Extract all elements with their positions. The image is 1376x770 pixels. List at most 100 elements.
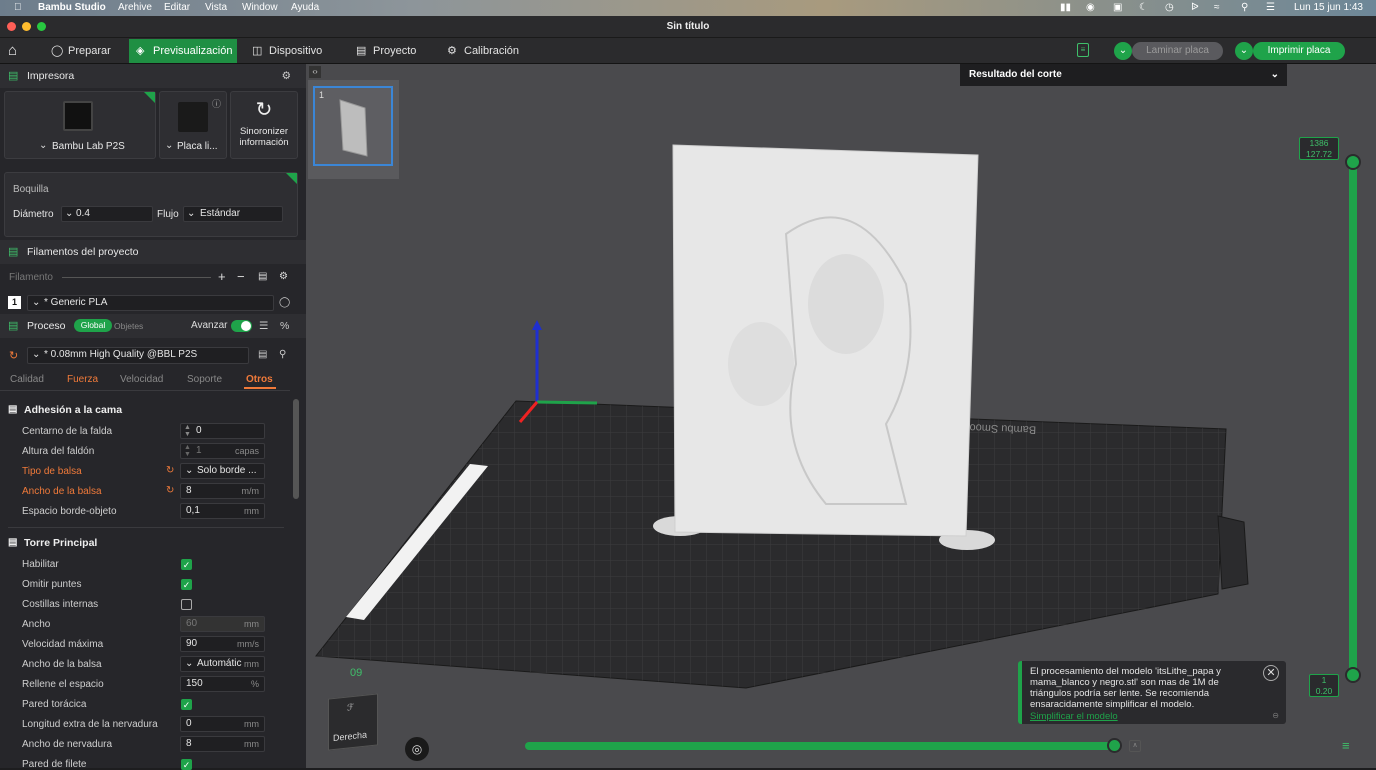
- process-objects-toggle[interactable]: Objetes: [114, 314, 143, 338]
- stepper-icon[interactable]: ▲ ▼: [184, 424, 191, 438]
- search-settings-icon[interactable]: ⚲: [279, 349, 286, 360]
- brim-type-select[interactable]: ⌄ Solo borde ...: [180, 463, 265, 479]
- camera-view-icon[interactable]: ◎: [405, 737, 429, 761]
- move-progress-handle[interactable]: [1107, 738, 1122, 753]
- filament-settings-icon[interactable]: ⚙: [279, 271, 288, 282]
- infill-gap-label: Rellene el espacio: [22, 679, 104, 690]
- tab-project[interactable]: ▤ Proyecto: [349, 39, 429, 63]
- tab-preview[interactable]: ◈ Previsualización: [129, 39, 237, 63]
- chevron-down-icon: ⌄: [32, 349, 41, 360]
- reset-icon[interactable]: ↻: [166, 485, 174, 496]
- clock-icon[interactable]: ◷: [1165, 2, 1174, 13]
- advanced-toggle[interactable]: [231, 320, 252, 332]
- chevron-down-icon: ⌄: [32, 297, 41, 308]
- close-icon[interactable]: ✕: [1263, 665, 1279, 681]
- menu-file[interactable]: Arehive: [118, 2, 152, 13]
- extra-rib-length-input[interactable]: 0 mm: [180, 716, 265, 732]
- list-icon[interactable]: ☰: [259, 314, 268, 338]
- layer-bottom-handle[interactable]: [1345, 667, 1361, 683]
- menu-window[interactable]: Window: [242, 2, 278, 13]
- layer-top-handle[interactable]: [1345, 154, 1361, 170]
- move-progress-track[interactable]: [525, 742, 1119, 750]
- slice-dropdown-button[interactable]: ⌄: [1114, 42, 1132, 60]
- process-preset-select[interactable]: ⌄ * 0.08mm High Quality @BBL P2S: [27, 347, 249, 364]
- compare-icon[interactable]: %: [280, 314, 289, 338]
- tab-quality[interactable]: Calidad: [10, 374, 44, 385]
- view-cube[interactable]: Derecha ℱ: [328, 693, 378, 751]
- slice-plate-button[interactable]: Laminar placa: [1132, 42, 1223, 60]
- menu-help[interactable]: Ayuda: [291, 2, 319, 13]
- printer-settings-icon[interactable]: ⚙: [282, 64, 291, 88]
- menu-clock[interactable]: Lun 15 jun 1:43: [1294, 2, 1363, 13]
- 3d-preview-viewport[interactable]: ‹› 1 Resultado del corte ⌄ Bambu Smooth …: [306, 64, 1376, 768]
- flow-select[interactable]: ⌄ Estándar: [183, 206, 283, 222]
- menu-app-name[interactable]: Bambu Studio: [38, 2, 106, 13]
- process-reset-icon[interactable]: ↻: [9, 349, 18, 362]
- tab-calibration[interactable]: ⚙ Calibración: [440, 39, 532, 63]
- control-center-icon[interactable]: ☰: [1266, 2, 1275, 13]
- export-icon[interactable]: ≡: [1077, 43, 1089, 57]
- skirt-loops-input[interactable]: ▲ ▼ 0: [180, 423, 265, 439]
- simplify-model-link[interactable]: Simplificar el modelo: [1030, 711, 1256, 722]
- infill-gap-input[interactable]: 150%: [180, 676, 265, 692]
- print-dropdown-button[interactable]: ⌄: [1235, 42, 1253, 60]
- tab-support[interactable]: Soporte: [187, 374, 222, 385]
- menu-view[interactable]: Vista: [205, 2, 227, 13]
- process-global-toggle[interactable]: Global: [74, 319, 112, 332]
- brim-gap-input[interactable]: 0,1 mm: [180, 503, 265, 519]
- layer-top-readout: 1386 127.72: [1299, 137, 1339, 160]
- rib-wall-label: Pared torácica: [22, 699, 87, 710]
- tab-speed[interactable]: Velocidad: [120, 374, 163, 385]
- diameter-select[interactable]: ⌄ 0.4: [61, 206, 153, 222]
- filament-select[interactable]: ⌄ * Generic PLA: [27, 295, 274, 311]
- rib-wall-checkbox[interactable]: ✓: [181, 699, 192, 710]
- tower-width-input[interactable]: 60 mm: [180, 616, 265, 632]
- max-speed-input[interactable]: 90 mm/s: [180, 636, 265, 652]
- info-icon[interactable]: ⓘ: [212, 97, 221, 110]
- layer-range-track[interactable]: [1349, 161, 1357, 676]
- focus-icon[interactable]: ◉: [1086, 2, 1095, 13]
- bluetooth-icon[interactable]: ᐉ: [1191, 2, 1199, 13]
- tab-device[interactable]: ◫ Dispositivo: [245, 39, 333, 63]
- calibration-icon: ⚙: [447, 45, 457, 57]
- apple-icon[interactable]: : [14, 2, 22, 13]
- settings-scrollbar[interactable]: [293, 399, 299, 499]
- menu-edit[interactable]: Editar: [164, 2, 190, 13]
- printer-select-card[interactable]: ⌄ Bambu Lab P2S: [4, 91, 156, 159]
- reset-icon[interactable]: ↻: [166, 465, 174, 476]
- filament-icon: ▤: [8, 246, 19, 258]
- internal-ribs-checkbox[interactable]: [181, 599, 192, 610]
- rib-width-input[interactable]: 8 mm: [180, 736, 265, 752]
- stepper-icon[interactable]: ▲ ▼: [184, 444, 191, 458]
- layer-bottom-height: 0.20: [1315, 686, 1333, 696]
- fillet-wall-label: Pared de filete: [22, 759, 87, 770]
- wifi-icon[interactable]: ≈: [1214, 2, 1220, 13]
- add-filament-icon[interactable]: +: [218, 269, 226, 284]
- plate-tab: [1217, 515, 1249, 590]
- remove-filament-icon[interactable]: −: [237, 269, 245, 284]
- notification-collapse-icon[interactable]: ⊖: [1272, 710, 1279, 721]
- skip-points-checkbox[interactable]: ✓: [181, 579, 192, 590]
- tab-strength[interactable]: Fuerza: [67, 374, 98, 385]
- filament-sync-icon[interactable]: ▤: [258, 271, 267, 282]
- sync-info-button[interactable]: ↻ Sinoronizer información: [230, 91, 298, 159]
- skirt-height-input[interactable]: ▲ ▼ 1 capas: [180, 443, 265, 459]
- user-icon[interactable]: ▣: [1113, 2, 1122, 13]
- print-plate-button[interactable]: Imprimir placa: [1253, 42, 1345, 60]
- brim-width-input[interactable]: 8 m/m: [180, 483, 265, 499]
- filament-slot-badge[interactable]: 1: [8, 296, 21, 309]
- plate-select-card[interactable]: ⓘ ⌄ Placa li...: [159, 91, 227, 159]
- tab-prepare[interactable]: ◯ Preparar: [44, 39, 120, 63]
- layers-icon[interactable]: ≡: [1342, 738, 1350, 753]
- home-icon[interactable]: ⌂: [8, 42, 17, 59]
- filament-edit-icon[interactable]: ◯: [279, 297, 290, 308]
- tower-brim-width-select[interactable]: ⌄ Automátic mm: [180, 656, 265, 672]
- fillet-wall-checkbox[interactable]: ✓: [181, 759, 192, 770]
- battery-icon[interactable]: ▮▮: [1060, 2, 1071, 13]
- move-step-icon[interactable]: ∧: [1129, 740, 1141, 752]
- moon-icon[interactable]: ☾: [1139, 2, 1148, 13]
- save-preset-icon[interactable]: ▤: [258, 349, 267, 360]
- tab-others[interactable]: Otros: [246, 374, 273, 385]
- enable-checkbox[interactable]: ✓: [181, 559, 192, 570]
- search-icon[interactable]: ⚲: [1241, 2, 1248, 13]
